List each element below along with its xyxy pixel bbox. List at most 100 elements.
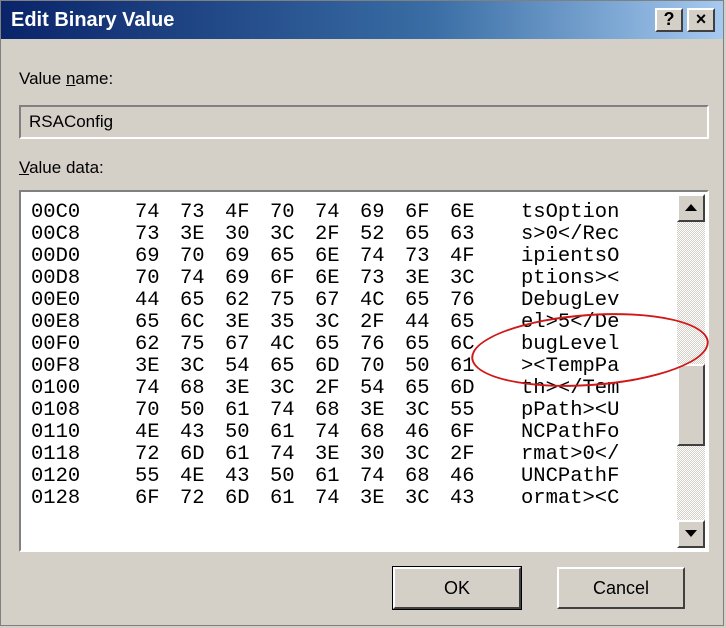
hex-byte[interactable]: 6D bbox=[180, 444, 205, 466]
hex-byte[interactable]: 3E bbox=[180, 224, 205, 246]
hex-byte[interactable]: 6E bbox=[450, 202, 475, 224]
hex-byte[interactable]: 3C bbox=[270, 224, 295, 246]
hex-byte[interactable]: 4C bbox=[360, 290, 385, 312]
row-ascii[interactable]: el>5</De bbox=[521, 312, 619, 334]
hex-byte[interactable]: 6D bbox=[315, 356, 340, 378]
row-ascii[interactable]: th></Tem bbox=[521, 378, 619, 400]
hex-byte[interactable]: 67 bbox=[225, 334, 250, 356]
hex-byte[interactable]: 61 bbox=[315, 466, 340, 488]
hex-byte[interactable]: 44 bbox=[405, 312, 430, 334]
hex-byte[interactable]: 73 bbox=[405, 246, 430, 268]
hex-byte[interactable]: 3C bbox=[315, 312, 340, 334]
hex-byte[interactable]: 69 bbox=[225, 268, 250, 290]
hex-byte[interactable]: 74 bbox=[270, 400, 295, 422]
hex-byte[interactable]: 3C bbox=[270, 378, 295, 400]
hex-byte[interactable]: 4E bbox=[180, 466, 205, 488]
hex-byte[interactable]: 68 bbox=[180, 378, 205, 400]
cancel-button[interactable]: Cancel bbox=[557, 567, 685, 609]
hex-byte[interactable]: 70 bbox=[270, 202, 295, 224]
hex-byte[interactable]: 6C bbox=[180, 312, 205, 334]
hex-byte[interactable]: 65 bbox=[450, 312, 475, 334]
row-ascii[interactable]: rmat>0</ bbox=[521, 444, 619, 466]
hex-byte[interactable]: 65 bbox=[180, 290, 205, 312]
hex-byte[interactable]: 43 bbox=[180, 422, 205, 444]
hex-byte[interactable]: 6C bbox=[450, 334, 475, 356]
hex-byte[interactable]: 76 bbox=[450, 290, 475, 312]
scroll-thumb[interactable] bbox=[677, 364, 705, 446]
hex-byte[interactable]: 46 bbox=[450, 466, 475, 488]
hex-byte[interactable]: 65 bbox=[270, 356, 295, 378]
row-ascii[interactable]: pPath><U bbox=[521, 400, 619, 422]
row-ascii[interactable]: ><TempPa bbox=[521, 356, 619, 378]
hex-byte[interactable]: 3E bbox=[225, 312, 250, 334]
hex-byte[interactable]: 43 bbox=[450, 488, 475, 510]
hex-byte[interactable]: 73 bbox=[180, 202, 205, 224]
hex-byte[interactable]: 65 bbox=[405, 378, 430, 400]
hex-byte[interactable]: 3C bbox=[405, 444, 430, 466]
hex-byte[interactable]: 4E bbox=[135, 422, 160, 444]
hex-byte[interactable]: 65 bbox=[405, 224, 430, 246]
row-ascii[interactable]: ipientsO bbox=[521, 246, 619, 268]
hex-byte[interactable]: 67 bbox=[315, 290, 340, 312]
hex-byte[interactable]: 63 bbox=[450, 224, 475, 246]
value-data-editor[interactable]: 00C0 74 73 4F 70 74 69 6F 6E tsOption 00C8 73 3E 30 3C… bbox=[19, 190, 709, 552]
hex-byte[interactable]: 6D bbox=[450, 378, 475, 400]
hex-byte[interactable]: 74 bbox=[180, 268, 205, 290]
hex-byte[interactable]: 68 bbox=[405, 466, 430, 488]
hex-byte[interactable]: 2F bbox=[450, 444, 475, 466]
hex-byte[interactable]: 30 bbox=[225, 224, 250, 246]
hex-byte[interactable]: 3E bbox=[225, 378, 250, 400]
hex-byte[interactable]: 50 bbox=[405, 356, 430, 378]
hex-byte[interactable]: 62 bbox=[225, 290, 250, 312]
hex-byte[interactable]: 68 bbox=[360, 422, 385, 444]
hex-byte[interactable]: 3E bbox=[360, 400, 385, 422]
hex-byte[interactable]: 69 bbox=[360, 202, 385, 224]
hex-byte[interactable]: 2F bbox=[360, 312, 385, 334]
hex-byte[interactable]: 74 bbox=[315, 202, 340, 224]
hex-byte[interactable]: 46 bbox=[405, 422, 430, 444]
hex-byte[interactable]: 65 bbox=[270, 246, 295, 268]
hex-byte[interactable]: 30 bbox=[360, 444, 385, 466]
hex-byte[interactable]: 65 bbox=[315, 334, 340, 356]
hex-byte[interactable]: 54 bbox=[225, 356, 250, 378]
hex-byte[interactable]: 73 bbox=[135, 224, 160, 246]
hex-byte[interactable]: 74 bbox=[315, 422, 340, 444]
hex-byte[interactable]: 6F bbox=[135, 488, 160, 510]
row-ascii[interactable]: bugLevel bbox=[521, 334, 619, 356]
hex-byte[interactable]: 2F bbox=[315, 378, 340, 400]
hex-byte[interactable]: 75 bbox=[270, 290, 295, 312]
hex-byte[interactable]: 70 bbox=[135, 400, 160, 422]
hex-byte[interactable]: 6D bbox=[225, 488, 250, 510]
ok-button[interactable]: OK bbox=[392, 566, 522, 610]
hex-byte[interactable]: 65 bbox=[135, 312, 160, 334]
hex-byte[interactable]: 50 bbox=[270, 466, 295, 488]
hex-byte[interactable]: 70 bbox=[135, 268, 160, 290]
hex-byte[interactable]: 74 bbox=[360, 466, 385, 488]
row-ascii[interactable]: ptions>< bbox=[521, 268, 619, 290]
hex-byte[interactable]: 4F bbox=[450, 246, 475, 268]
hex-byte[interactable]: 74 bbox=[360, 246, 385, 268]
hex-byte[interactable]: 61 bbox=[270, 422, 295, 444]
hex-byte[interactable]: 6E bbox=[315, 268, 340, 290]
hex-byte[interactable]: 74 bbox=[135, 202, 160, 224]
hex-byte[interactable]: 68 bbox=[315, 400, 340, 422]
hex-byte[interactable]: 3E bbox=[135, 356, 160, 378]
hex-byte[interactable]: 74 bbox=[315, 488, 340, 510]
hex-byte[interactable]: 69 bbox=[135, 246, 160, 268]
hex-byte[interactable]: 61 bbox=[450, 356, 475, 378]
help-button[interactable]: ? bbox=[655, 8, 683, 32]
hex-byte[interactable]: 62 bbox=[135, 334, 160, 356]
hex-byte[interactable]: 70 bbox=[360, 356, 385, 378]
hex-byte[interactable]: 35 bbox=[270, 312, 295, 334]
hex-byte[interactable]: 72 bbox=[180, 488, 205, 510]
hex-byte[interactable]: 76 bbox=[360, 334, 385, 356]
hex-byte[interactable]: 61 bbox=[270, 488, 295, 510]
row-ascii[interactable]: DebugLev bbox=[521, 290, 619, 312]
hex-byte[interactable]: 52 bbox=[360, 224, 385, 246]
hex-byte[interactable]: 3E bbox=[360, 488, 385, 510]
close-button[interactable]: × bbox=[687, 8, 715, 32]
scroll-down-button[interactable] bbox=[677, 520, 705, 548]
hex-byte[interactable]: 50 bbox=[225, 422, 250, 444]
row-ascii[interactable]: NCPathFo bbox=[521, 422, 619, 444]
hex-byte[interactable]: 6F bbox=[405, 202, 430, 224]
